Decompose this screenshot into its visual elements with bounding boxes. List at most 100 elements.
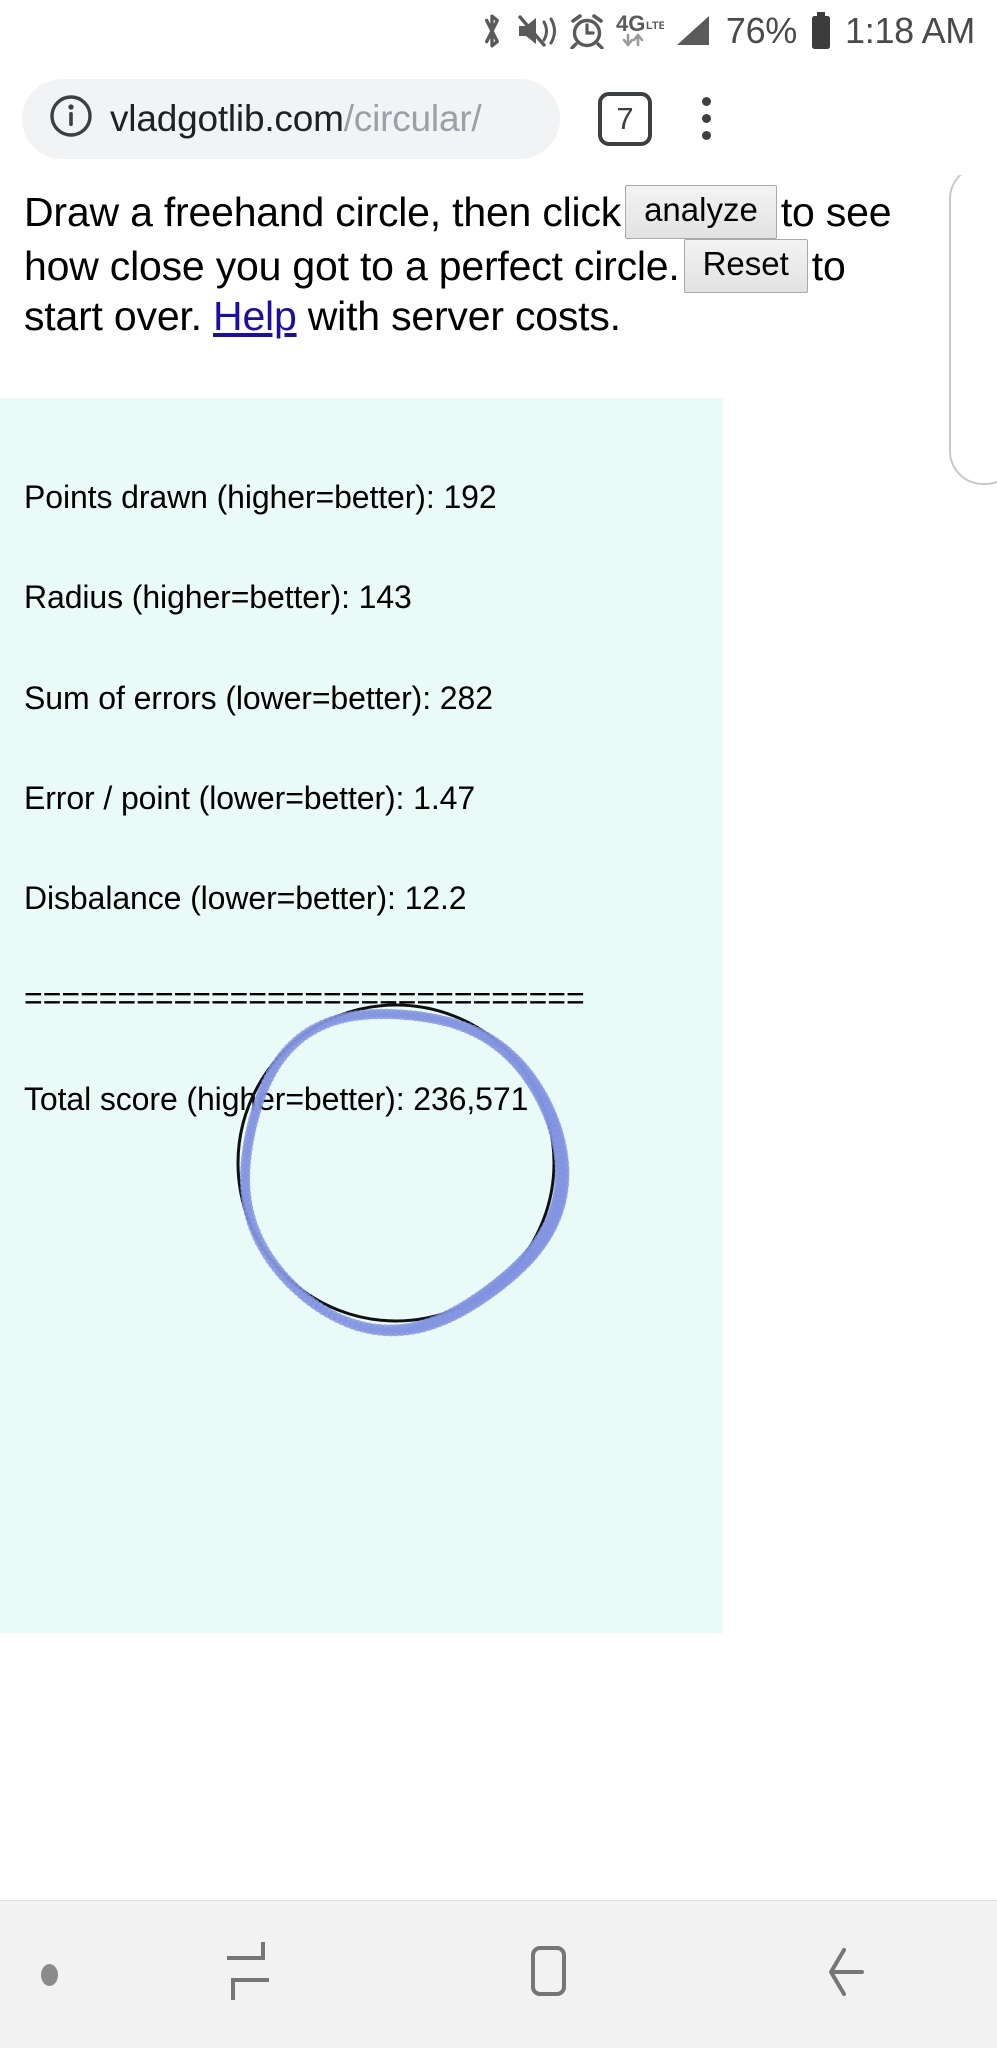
url-domain: vladgotlib.com — [110, 97, 344, 139]
recents-icon — [219, 1940, 277, 2009]
home-button[interactable] — [398, 1940, 698, 2009]
stroke-point — [477, 1288, 492, 1303]
stat-radius: Radius (higher=better): 143 — [24, 579, 412, 616]
stroke-point — [552, 1188, 568, 1203]
sound-off-vibrate-icon — [516, 14, 558, 48]
stroke-point — [309, 1298, 320, 1310]
stroke-point — [493, 1275, 509, 1290]
back-button[interactable] — [697, 1940, 997, 2009]
stroke-point — [516, 1254, 532, 1269]
stroke-point — [533, 1233, 549, 1249]
stroke-point — [501, 1268, 517, 1284]
stroke-point — [551, 1193, 567, 1209]
stroke-point — [446, 1307, 460, 1321]
instructions-text-5: start over. — [24, 292, 202, 339]
battery-percent-label: 76% — [725, 10, 798, 51]
browser-toolbar: vladgotlib.com/circular/ 7 — [0, 62, 997, 175]
stroke-point — [352, 1320, 364, 1332]
stroke-point — [464, 1296, 479, 1311]
clock-label: 1:18 AM — [845, 10, 975, 51]
analyze-button[interactable]: analyze — [625, 185, 777, 239]
stroke-point — [379, 1324, 391, 1337]
signal-bars-icon — [675, 14, 715, 48]
stroke-point — [327, 1310, 339, 1321]
stroke-point — [542, 1219, 557, 1234]
stroke-point — [441, 1309, 455, 1324]
stroke-point — [520, 1250, 536, 1265]
stroke-point — [436, 1312, 450, 1326]
stroke-point — [395, 1323, 408, 1336]
stroke-point — [241, 1192, 252, 1204]
page-scrollbar[interactable] — [949, 175, 997, 485]
stroke-point — [546, 1209, 562, 1225]
stroke-point — [368, 1323, 380, 1335]
instructions-paragraph: Draw a freehand circle, then click analyz… — [0, 175, 997, 347]
stroke-point — [426, 1316, 440, 1330]
instructions-text-3: how close you got to a perfect circle. — [24, 242, 680, 289]
help-link[interactable]: Help — [213, 293, 297, 339]
stroke-point — [527, 1241, 543, 1257]
stroke-point — [342, 1316, 354, 1328]
stat-points-drawn: Points drawn (higher=better): 192 — [24, 478, 497, 515]
stroke-point — [357, 1321, 369, 1333]
stroke-point — [513, 1257, 528, 1273]
url-text: vladgotlib.com/circular/ — [110, 98, 482, 140]
stroke-point — [411, 1321, 424, 1334]
stroke-point — [241, 1197, 253, 1209]
stroke-point — [363, 1322, 375, 1334]
stroke-point — [509, 1261, 525, 1277]
stat-disbalance: Disbalance (lower=better): 12.2 — [24, 880, 467, 917]
4g-lte-icon: 4G LTE — [616, 11, 664, 51]
three-dot-menu-icon[interactable] — [696, 91, 717, 146]
status-dot-wrap — [0, 1963, 98, 1986]
stroke-point — [281, 1274, 292, 1285]
stroke-point — [505, 1265, 521, 1280]
info-circle-icon[interactable] — [48, 93, 94, 144]
stroke-point — [524, 1246, 539, 1261]
stroke-point — [292, 1285, 304, 1296]
stroke-point — [274, 1266, 286, 1278]
reset-button[interactable]: Reset — [683, 238, 808, 293]
stroke-point — [262, 1249, 273, 1261]
drawing-canvas-panel[interactable]: Points drawn (higher=better): 192 Radius… — [0, 398, 723, 1633]
stroke-point — [313, 1301, 325, 1313]
stroke-point — [285, 1278, 296, 1289]
stroke-point — [240, 1187, 251, 1199]
stroke-point — [268, 1258, 279, 1269]
home-square-icon — [519, 1940, 577, 2009]
stat-total-score: Total score (higher=better): 236,571 — [24, 1080, 529, 1117]
stroke-point — [553, 1182, 569, 1198]
stroke-point — [548, 1204, 564, 1219]
tab-counter-button[interactable]: 7 — [598, 91, 652, 146]
stroke-point — [254, 1236, 265, 1247]
stroke-point — [250, 1227, 261, 1238]
stroke-point — [248, 1222, 259, 1233]
svg-text:4G: 4G — [616, 11, 645, 36]
stroke-point — [240, 1182, 251, 1194]
stroke-point — [550, 1198, 565, 1214]
stroke-point — [242, 1202, 254, 1214]
stroke-point — [384, 1324, 397, 1337]
stroke-point — [530, 1237, 546, 1253]
url-bar[interactable]: vladgotlib.com/circular/ — [22, 78, 560, 159]
instructions-text-2: to see — [780, 189, 892, 235]
stroke-point — [421, 1318, 435, 1331]
svg-text:LTE: LTE — [646, 20, 664, 32]
stroke-point — [332, 1312, 343, 1324]
recents-button[interactable] — [98, 1940, 398, 2009]
stroke-point — [536, 1228, 552, 1244]
stats-separator: ============================== — [24, 980, 585, 1017]
stroke-point — [400, 1323, 414, 1336]
android-status-bar: 4G LTE 76% 1:18 AM — [0, 0, 997, 62]
stroke-point — [390, 1324, 402, 1337]
stroke-point — [271, 1262, 282, 1273]
stroke-point — [318, 1304, 329, 1316]
stroke-point — [416, 1319, 430, 1333]
stroke-point — [473, 1291, 487, 1306]
stroke-point — [288, 1281, 300, 1293]
stroke-point — [300, 1292, 312, 1303]
stroke-point — [305, 1295, 316, 1307]
android-navigation-bar — [0, 1900, 997, 2048]
instructions-text-6: with server costs. — [307, 292, 621, 339]
stroke-point — [406, 1322, 419, 1335]
